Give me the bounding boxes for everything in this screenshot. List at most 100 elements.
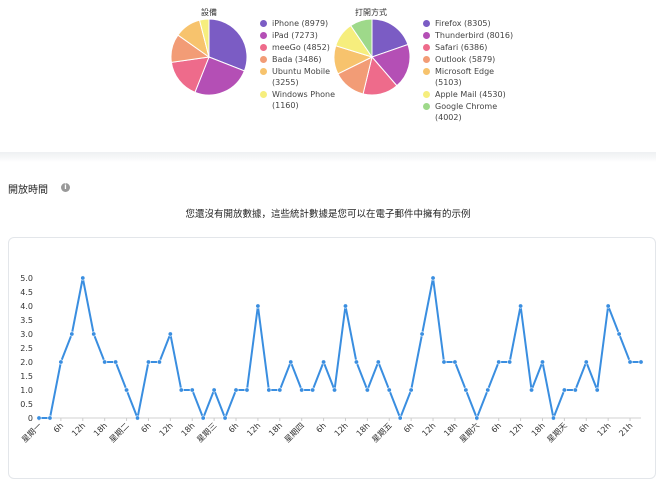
legend-label: Thunderbird (8016): [435, 31, 514, 40]
data-point[interactable]: [299, 387, 305, 393]
data-point[interactable]: [463, 387, 469, 393]
x-tick-label: 21h: [617, 421, 634, 438]
clients-legend-item: Microsoft Edge (5103): [423, 66, 520, 88]
data-point[interactable]: [561, 387, 567, 393]
legend-color-dot: [423, 44, 430, 51]
data-point[interactable]: [124, 387, 130, 393]
clients-legend-item: Outlook (5879): [423, 54, 520, 65]
stats-top-panel: 設備 iPhone (8979) iPad (7273) meeGo (4852) B…: [0, 0, 656, 152]
data-point[interactable]: [539, 359, 545, 365]
data-point[interactable]: [244, 387, 250, 393]
data-point[interactable]: [91, 331, 97, 337]
data-point[interactable]: [408, 387, 414, 393]
x-tick-label: 星期五: [370, 421, 393, 444]
open-times-chart-card: 0 0.5 1.0 1.5 2.0 2.5 3.0 3.5 4.0 4.5 5.0 星期一 6h 12h 1…: [8, 237, 656, 479]
data-point[interactable]: [255, 303, 261, 309]
data-point[interactable]: [167, 331, 173, 337]
section-title: 開放時間: [8, 185, 48, 196]
data-point[interactable]: [594, 387, 600, 393]
data-point[interactable]: [36, 415, 42, 421]
data-point[interactable]: [375, 359, 381, 365]
data-point[interactable]: [332, 387, 338, 393]
clients-legend-item: Firefox (8305): [423, 18, 520, 29]
y-tick-label: 0: [28, 414, 33, 423]
x-tick-label: 6h: [314, 421, 328, 435]
x-tick-label: 6h: [490, 421, 504, 435]
legend-color-dot: [423, 20, 430, 27]
data-point[interactable]: [102, 359, 108, 365]
legend-label: Google Chrome (4002): [435, 102, 498, 122]
data-point[interactable]: [321, 359, 327, 365]
legend-color-dot: [260, 32, 267, 39]
data-point[interactable]: [518, 303, 524, 309]
x-tick-label: 18h: [530, 421, 547, 438]
data-point[interactable]: [135, 415, 141, 421]
x-tick-label: 星期二: [108, 421, 131, 444]
data-point[interactable]: [353, 359, 359, 365]
data-point[interactable]: [452, 359, 458, 365]
info-icon[interactable]: i: [61, 183, 70, 192]
data-point[interactable]: [397, 415, 403, 421]
data-point[interactable]: [113, 359, 119, 365]
data-point[interactable]: [69, 331, 75, 337]
data-point[interactable]: [277, 387, 283, 393]
data-point[interactable]: [572, 387, 578, 393]
clients-legend-item: Thunderbird (8016): [423, 30, 520, 41]
data-point[interactable]: [200, 415, 206, 421]
data-point[interactable]: [189, 387, 195, 393]
data-point[interactable]: [58, 359, 64, 365]
data-point[interactable]: [80, 275, 86, 281]
data-point[interactable]: [211, 387, 217, 393]
x-tick-label: 18h: [355, 421, 372, 438]
y-tick-label: 4.0: [20, 302, 33, 311]
data-point[interactable]: [47, 415, 53, 421]
data-point[interactable]: [156, 359, 162, 365]
data-point[interactable]: [145, 359, 151, 365]
legend-label: Outlook (5879): [435, 55, 496, 64]
clients-legend-item: Safari (6386): [423, 42, 520, 53]
x-tick-label: 6h: [52, 421, 66, 435]
data-point[interactable]: [485, 387, 491, 393]
data-point[interactable]: [627, 359, 633, 365]
x-tick-label: 6h: [402, 421, 416, 435]
data-point[interactable]: [474, 415, 480, 421]
devices-pie-title: 設備: [201, 8, 217, 17]
clients-legend-item: Google Chrome (4002): [423, 101, 520, 123]
data-point[interactable]: [310, 387, 316, 393]
x-tick-label: 星期六: [457, 420, 481, 444]
y-tick-label: 1.5: [20, 372, 33, 381]
data-point[interactable]: [430, 275, 436, 281]
data-point[interactable]: [529, 387, 535, 393]
x-tick-label: 12h: [158, 421, 175, 438]
data-point[interactable]: [638, 359, 644, 365]
y-tick-label: 0.5: [20, 400, 33, 409]
data-point[interactable]: [507, 359, 513, 365]
data-point[interactable]: [266, 387, 272, 393]
data-point[interactable]: [364, 387, 370, 393]
data-point[interactable]: [550, 415, 556, 421]
clients-legend-item: Apple Mail (4530): [423, 89, 520, 100]
data-point[interactable]: [583, 359, 589, 365]
data-point[interactable]: [178, 387, 184, 393]
x-tick-label: 星期天: [545, 421, 568, 444]
legend-color-dot: [260, 68, 267, 75]
x-tick-label: 6h: [577, 421, 591, 435]
x-tick-label: 18h: [92, 421, 109, 438]
data-point[interactable]: [233, 387, 239, 393]
data-point[interactable]: [288, 359, 294, 365]
data-point[interactable]: [386, 387, 392, 393]
y-tick-label: 2.5: [20, 344, 33, 353]
data-point[interactable]: [496, 359, 502, 365]
data-point[interactable]: [222, 415, 228, 421]
y-tick-label: 1.0: [20, 386, 33, 395]
data-point[interactable]: [419, 331, 425, 337]
data-point[interactable]: [605, 303, 611, 309]
legend-label: Apple Mail (4530): [435, 90, 506, 99]
data-point[interactable]: [342, 303, 348, 309]
data-point[interactable]: [441, 359, 447, 365]
data-point[interactable]: [616, 331, 622, 337]
y-tick-label: 2.0: [20, 358, 33, 367]
legend-color-dot: [260, 91, 267, 98]
legend-color-dot: [423, 68, 430, 75]
x-tick-label: 6h: [227, 421, 241, 435]
